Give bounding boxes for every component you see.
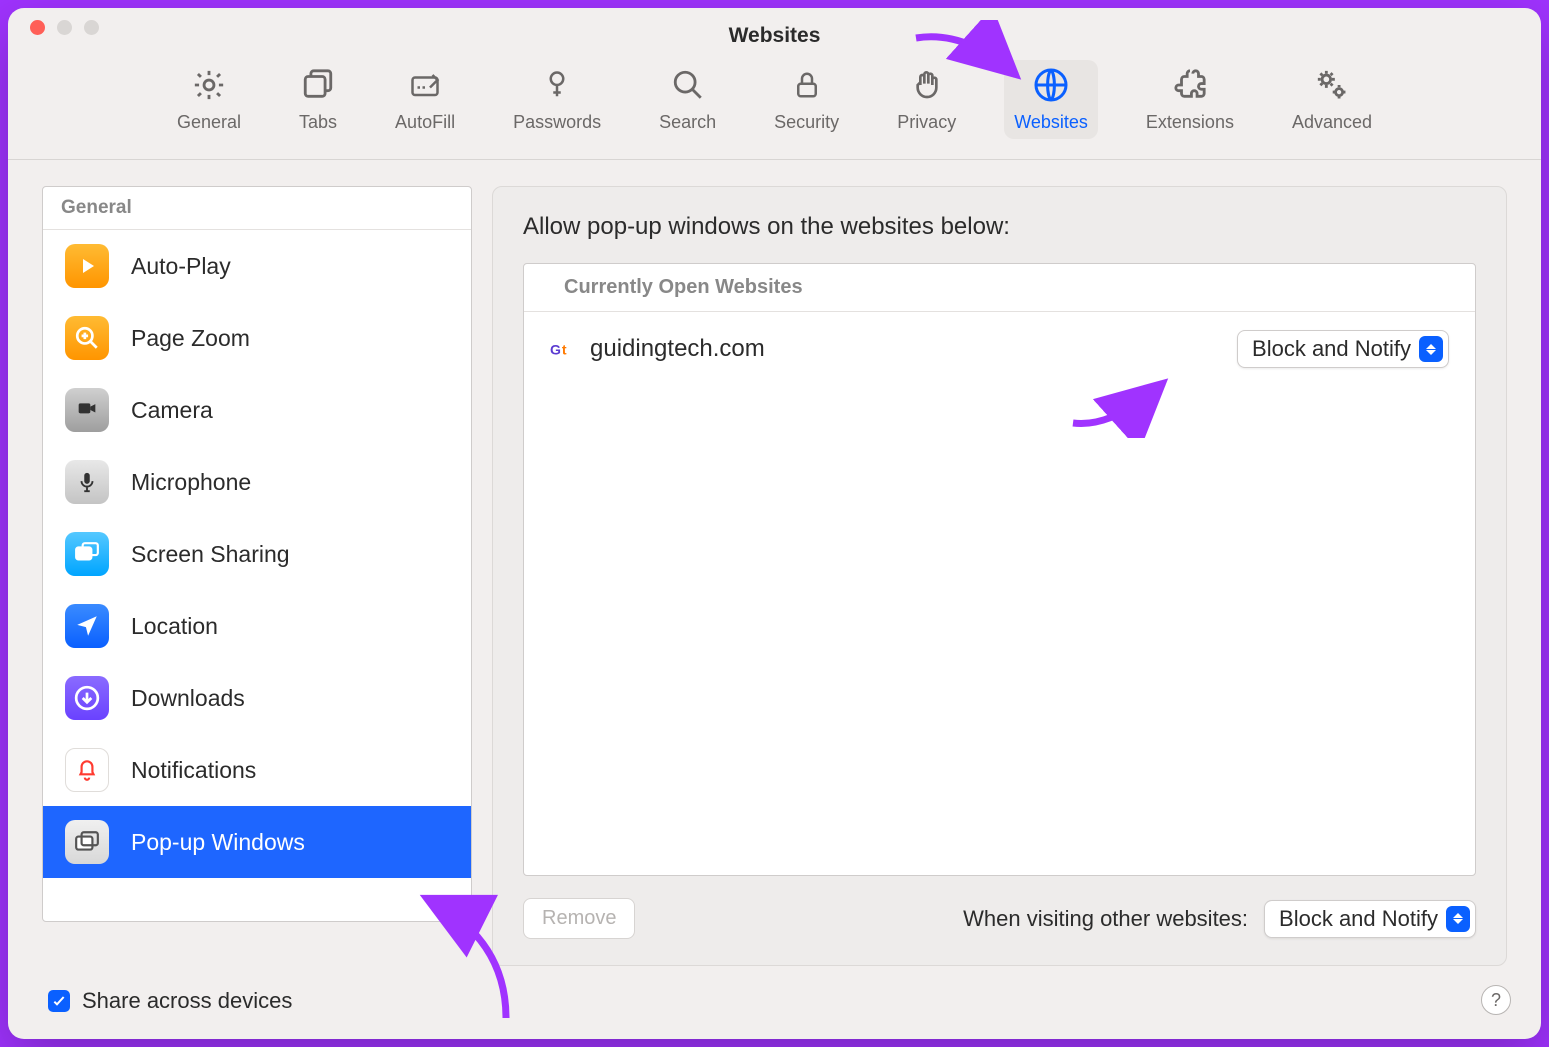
window-title: Websites bbox=[729, 8, 821, 48]
tabs-icon bbox=[299, 66, 337, 104]
select-value: Block and Notify bbox=[1252, 336, 1411, 362]
share-checkbox[interactable] bbox=[48, 990, 70, 1012]
download-icon bbox=[65, 676, 109, 720]
pencil-box-icon bbox=[406, 66, 444, 104]
bell-icon bbox=[65, 748, 109, 792]
sidebar-item-location[interactable]: Location bbox=[43, 590, 471, 662]
microphone-icon bbox=[65, 460, 109, 504]
sidebar-item-label: Screen Sharing bbox=[131, 541, 290, 568]
preferences-toolbar: General Tabs AutoFill Passwords Search bbox=[8, 46, 1541, 160]
tab-label: Extensions bbox=[1146, 112, 1234, 133]
sidebar-item-camera[interactable]: Camera bbox=[43, 374, 471, 446]
tab-general[interactable]: General bbox=[167, 60, 251, 139]
site-permission-select[interactable]: Block and Notify bbox=[1237, 330, 1449, 368]
sidebar-item-label: Pop-up Windows bbox=[131, 829, 305, 856]
sidebar-item-page-zoom[interactable]: Page Zoom bbox=[43, 302, 471, 374]
tab-label: Advanced bbox=[1292, 112, 1372, 133]
sidebar-item-microphone[interactable]: Microphone bbox=[43, 446, 471, 518]
globe-icon bbox=[1032, 66, 1070, 104]
tab-passwords[interactable]: Passwords bbox=[503, 60, 611, 139]
zoom-icon bbox=[65, 316, 109, 360]
sidebar-item-label: Microphone bbox=[131, 469, 251, 496]
tab-label: Tabs bbox=[299, 112, 337, 133]
tab-label: Privacy bbox=[897, 112, 956, 133]
tab-security[interactable]: Security bbox=[764, 60, 849, 139]
websites-list: Currently Open Websites Gt guidingtech.c… bbox=[523, 263, 1476, 876]
tab-label: Search bbox=[659, 112, 716, 133]
tab-websites[interactable]: Websites bbox=[1004, 60, 1098, 139]
share-across-devices-row: Share across devices bbox=[8, 980, 1541, 1022]
sidebar-item-label: Camera bbox=[131, 397, 213, 424]
tab-advanced[interactable]: Advanced bbox=[1282, 60, 1382, 139]
play-icon bbox=[65, 244, 109, 288]
location-arrow-icon bbox=[65, 604, 109, 648]
close-window-button[interactable] bbox=[30, 20, 45, 35]
tab-autofill[interactable]: AutoFill bbox=[385, 60, 465, 139]
windows-icon bbox=[65, 820, 109, 864]
window-controls bbox=[30, 20, 99, 35]
other-websites-label: When visiting other websites: bbox=[963, 906, 1248, 932]
sidebar-item-popup-windows[interactable]: Pop-up Windows bbox=[43, 806, 471, 878]
sidebar-item-label: Notifications bbox=[131, 757, 256, 784]
website-row[interactable]: Gt guidingtech.com Block and Notify bbox=[524, 312, 1475, 386]
other-websites-select[interactable]: Block and Notify bbox=[1264, 900, 1476, 938]
chevron-updown-icon bbox=[1419, 336, 1443, 362]
sidebar-item-auto-play[interactable]: Auto-Play bbox=[43, 230, 471, 302]
screens-icon bbox=[65, 532, 109, 576]
sidebar-item-label: Location bbox=[131, 613, 218, 640]
zoom-window-button[interactable] bbox=[84, 20, 99, 35]
tab-tabs[interactable]: Tabs bbox=[289, 60, 347, 139]
help-button[interactable]: ? bbox=[1481, 985, 1511, 1015]
chevron-updown-icon bbox=[1446, 906, 1470, 932]
tab-label: Security bbox=[774, 112, 839, 133]
remove-button[interactable]: Remove bbox=[523, 898, 635, 939]
lock-icon bbox=[788, 66, 826, 104]
tab-label: AutoFill bbox=[395, 112, 455, 133]
puzzle-icon bbox=[1171, 66, 1209, 104]
minimize-window-button[interactable] bbox=[57, 20, 72, 35]
settings-panel: Allow pop-up windows on the websites bel… bbox=[492, 186, 1507, 966]
tab-label: Websites bbox=[1014, 112, 1088, 133]
camera-icon bbox=[65, 388, 109, 432]
sidebar-item-label: Auto-Play bbox=[131, 253, 231, 280]
sidebar-item-downloads[interactable]: Downloads bbox=[43, 662, 471, 734]
sidebar-section-header: General bbox=[43, 187, 471, 230]
settings-sidebar: General Auto-Play Page Zoom Camera bbox=[42, 186, 472, 922]
gears-icon bbox=[1313, 66, 1351, 104]
sidebar-item-label: Page Zoom bbox=[131, 325, 250, 352]
tab-privacy[interactable]: Privacy bbox=[887, 60, 966, 139]
sidebar-item-screen-sharing[interactable]: Screen Sharing bbox=[43, 518, 471, 590]
svg-text:G: G bbox=[550, 341, 561, 357]
titlebar: Websites bbox=[8, 8, 1541, 46]
hand-icon bbox=[908, 66, 946, 104]
list-section-header: Currently Open Websites bbox=[524, 264, 1475, 312]
site-favicon-icon: Gt bbox=[550, 336, 576, 362]
sidebar-item-notifications[interactable]: Notifications bbox=[43, 734, 471, 806]
tab-label: Passwords bbox=[513, 112, 601, 133]
svg-text:t: t bbox=[562, 341, 567, 357]
search-icon bbox=[669, 66, 707, 104]
panel-heading: Allow pop-up windows on the websites bel… bbox=[523, 213, 1476, 241]
preferences-window: Websites General Tabs AutoFill Password bbox=[8, 8, 1541, 1039]
share-label: Share across devices bbox=[82, 988, 292, 1014]
gear-icon bbox=[190, 66, 228, 104]
tab-search[interactable]: Search bbox=[649, 60, 726, 139]
site-domain: guidingtech.com bbox=[590, 335, 765, 363]
tab-label: General bbox=[177, 112, 241, 133]
select-value: Block and Notify bbox=[1279, 906, 1438, 932]
sidebar-item-label: Downloads bbox=[131, 685, 245, 712]
key-icon bbox=[538, 66, 576, 104]
tab-extensions[interactable]: Extensions bbox=[1136, 60, 1244, 139]
